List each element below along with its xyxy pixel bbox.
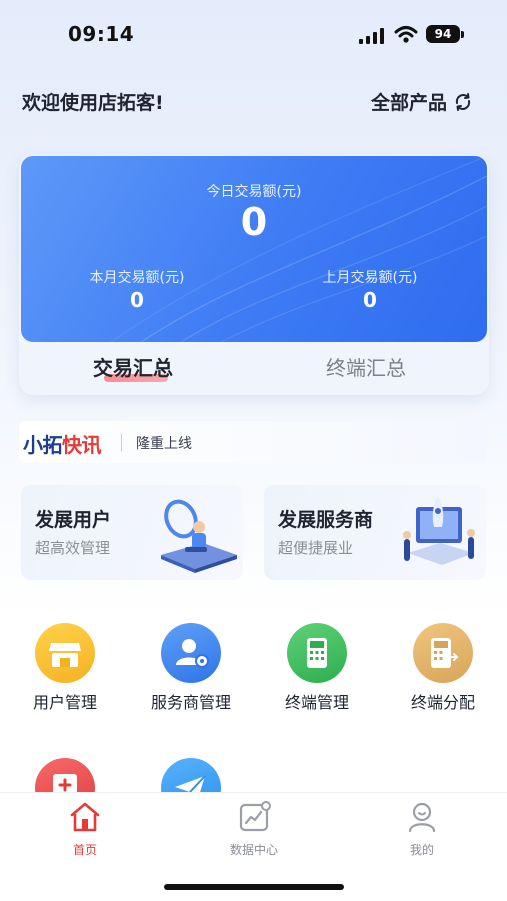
last-month-amount-label: 上月交易额(元) bbox=[322, 270, 418, 286]
promo-subtitle: 超便捷展业 bbox=[278, 539, 354, 557]
last-month-amount-value: 0 bbox=[363, 288, 377, 312]
transaction-summary-card: 今日交易额(元) 0 本月交易额(元) 0 上月交易额(元) 0 bbox=[21, 156, 487, 342]
news-logo-part1: 小拓 bbox=[23, 433, 63, 457]
nav-label: 首页 bbox=[72, 843, 97, 857]
promo-title: 发展用户 bbox=[35, 509, 112, 531]
news-banner[interactable]: 小拓快讯 隆重上线 bbox=[19, 421, 487, 463]
product-switch-button[interactable]: 全部产品 bbox=[371, 88, 473, 115]
news-logo: 小拓快讯 bbox=[23, 429, 102, 458]
home-indicator bbox=[164, 884, 344, 890]
tab-terminal-summary[interactable]: 终端汇总 bbox=[326, 352, 406, 381]
users-icon bbox=[161, 623, 221, 683]
develop-users-card[interactable]: 发展用户 超高效管理 bbox=[21, 485, 243, 580]
pos-terminal-icon bbox=[287, 623, 347, 683]
nav-data-center[interactable]: 数据中心 bbox=[204, 799, 304, 858]
function-label: 终端分配 bbox=[410, 693, 475, 712]
nav-label: 我的 bbox=[409, 843, 434, 857]
refresh-icon bbox=[455, 92, 471, 111]
store-icon bbox=[35, 623, 95, 683]
news-divider bbox=[121, 434, 122, 451]
promo-title: 发展服务商 bbox=[278, 509, 374, 531]
develop-providers-card[interactable]: 发展服务商 超便捷展业 bbox=[264, 485, 486, 580]
terminal-assign-button[interactable]: 终端分配 bbox=[383, 623, 503, 713]
user-management-button[interactable]: 用户管理 bbox=[5, 623, 125, 713]
user-illustration-icon bbox=[161, 499, 237, 573]
wifi-icon bbox=[394, 26, 418, 43]
news-text: 隆重上线 bbox=[136, 436, 192, 452]
news-logo-part2: 快讯 bbox=[62, 433, 102, 457]
tab-transaction-summary[interactable]: 交易汇总 bbox=[93, 352, 173, 381]
function-label: 终端管理 bbox=[284, 693, 349, 712]
status-bar: 09:14 94 bbox=[0, 0, 507, 70]
today-amount-value: 0 bbox=[240, 200, 268, 244]
function-label: 服务商管理 bbox=[150, 693, 231, 712]
month-amount-label: 本月交易额(元) bbox=[89, 270, 185, 286]
battery-cap bbox=[461, 31, 464, 38]
promo-subtitle: 超高效管理 bbox=[35, 539, 111, 557]
chart-icon bbox=[239, 801, 271, 832]
home-icon bbox=[70, 802, 100, 832]
nav-home[interactable]: 首页 bbox=[35, 799, 135, 858]
terminal-assign-icon bbox=[413, 623, 473, 683]
provider-management-button[interactable]: 服务商管理 bbox=[131, 623, 251, 713]
function-label: 用户管理 bbox=[32, 693, 97, 712]
nav-label: 数据中心 bbox=[229, 843, 278, 857]
status-time: 09:14 bbox=[68, 22, 135, 46]
profile-icon bbox=[408, 802, 436, 833]
welcome-title: 欢迎使用店拓客! bbox=[22, 92, 164, 114]
month-amount-value: 0 bbox=[130, 288, 144, 312]
rocket-illustration-icon bbox=[403, 497, 475, 565]
product-switch-label: 全部产品 bbox=[371, 92, 448, 114]
nav-profile[interactable]: 我的 bbox=[372, 799, 472, 858]
today-amount-label: 今日交易额(元) bbox=[206, 184, 302, 200]
signal-icon bbox=[359, 28, 384, 44]
terminal-management-button[interactable]: 终端管理 bbox=[257, 623, 377, 713]
battery-indicator: 94 bbox=[426, 25, 460, 43]
